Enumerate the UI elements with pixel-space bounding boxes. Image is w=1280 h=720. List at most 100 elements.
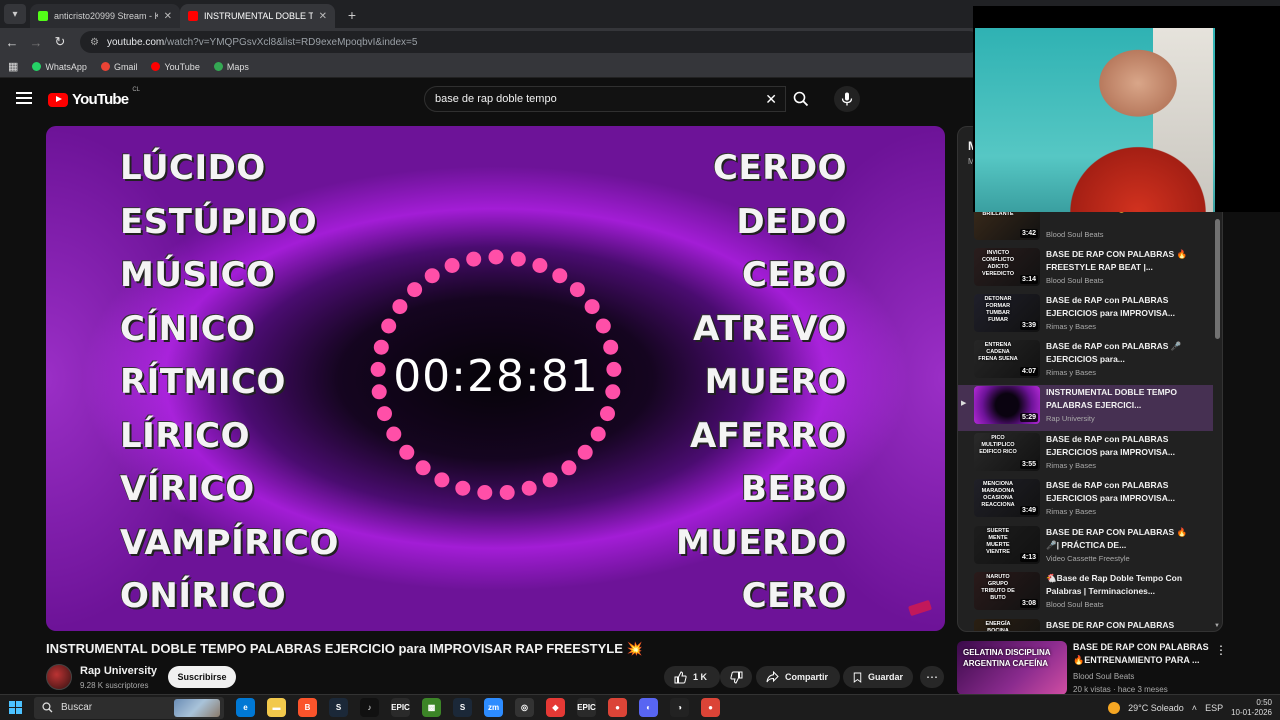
playlist-thumbnail[interactable]: NARUTO GRUPO TRIBUTO DE BUTO 3:08 — [974, 572, 1040, 610]
taskbar-app-icon[interactable]: ◆ — [546, 698, 565, 717]
tab-close-icon[interactable]: ✕ — [164, 11, 172, 22]
taskbar-app-icon[interactable]: ◐ — [639, 698, 658, 717]
scroll-down-icon[interactable]: ▼ — [1214, 623, 1220, 629]
taskbar-app-icon[interactable]: ◎ — [515, 698, 534, 717]
playlist-item[interactable]: ENTRENA CADENA FRENA SUENA 4:07 BASE de RA… — [958, 339, 1213, 385]
browser-tab[interactable]: anticristo20999 Stream - Kick DI ✕ — [30, 4, 180, 28]
timer-dot — [584, 299, 600, 315]
video-word: MÚSICO — [120, 255, 276, 295]
share-button[interactable]: Compartir — [756, 666, 840, 688]
playlist-item[interactable]: DETONAR FORMAR TUMBAR FUMAR 3:39 BASE de R… — [958, 293, 1213, 339]
playlist-thumbnail[interactable]: 5:29 — [974, 386, 1040, 424]
tab-close-icon[interactable]: ✕ — [319, 11, 327, 22]
taskbar-app-icon[interactable]: B — [298, 698, 317, 717]
taskbar-search-icon — [42, 702, 53, 713]
clock[interactable]: 0:50 10-01-2026 — [1231, 698, 1272, 718]
menu-icon[interactable] — [16, 92, 32, 104]
youtube-logo[interactable]: YouTube CL — [48, 87, 140, 108]
timer-dot — [407, 282, 423, 298]
voice-search-button[interactable] — [834, 86, 860, 112]
bookmark-youtube[interactable]: YouTube — [151, 62, 200, 72]
tab-favicon-icon — [38, 11, 48, 21]
apps-grid-icon[interactable]: ▦ — [8, 60, 18, 73]
duration-badge: 3:55 — [1019, 460, 1038, 469]
playlist-item-channel: Rimas y Bases — [1046, 507, 1097, 516]
playlist-item[interactable]: PICO MULTIPLICO EDIFICO RICO 3:55 BASE de … — [958, 432, 1213, 478]
clear-search-icon[interactable]: ✕ — [765, 91, 777, 108]
clock-time: 0:50 — [1256, 698, 1272, 707]
bookmark-favicon-icon — [151, 62, 161, 71]
playlist-scrollbar[interactable] — [1215, 219, 1220, 339]
suggested-menu-icon[interactable]: ⋮ — [1215, 643, 1227, 657]
browser-tab[interactable]: INSTRUMENTAL DOBLE TEM ✕ — [180, 4, 335, 28]
playlist-item[interactable]: NARUTO GRUPO TRIBUTO DE BUTO 3:08 🐔Base de… — [958, 571, 1213, 617]
dislike-button[interactable] — [720, 666, 752, 688]
playlist-thumbnail[interactable]: MENCIONA MARADONA OCASIONA REACCIONA 3:49 — [974, 479, 1040, 517]
taskbar-app-icon[interactable]: EPIC — [391, 698, 410, 717]
suggested-title[interactable]: BASE DE RAP CON PALABRAS 🔥ENTRENAMIENTO … — [1073, 641, 1213, 666]
playlist-thumbnail[interactable]: ENTRENA CADENA FRENA SUENA 4:07 — [974, 340, 1040, 378]
lang-indicator[interactable]: ESP — [1205, 703, 1223, 713]
subscribe-button[interactable]: Suscribirse — [168, 666, 236, 688]
bookmark-favicon-icon — [32, 62, 42, 71]
taskbar-app-icon[interactable]: ♪ — [360, 698, 379, 717]
taskbar-app-icon[interactable]: e — [236, 698, 255, 717]
search-button[interactable] — [786, 86, 816, 112]
tab-search-button[interactable]: ▾ — [4, 4, 26, 24]
timer-dot — [444, 258, 460, 273]
playlist-thumbnail[interactable]: PICO MULTIPLICO EDIFICO RICO 3:55 — [974, 433, 1040, 471]
timer-dot — [590, 426, 606, 442]
playlist-thumbnail[interactable]: INVICTO CONFLICTO ADICTO VEREDICTO 3:14 — [974, 248, 1040, 286]
bookmark-label: WhatsApp — [45, 61, 87, 72]
video-player[interactable]: LÚCIDO ESTÚPIDO MÚSICO CÍNICO RÍTMICO LÍRICO V… — [46, 126, 945, 631]
bookmark-gmail[interactable]: Gmail — [100, 62, 137, 72]
taskbar-app-icon[interactable]: ◑ — [670, 698, 689, 717]
clock-date: 10-01-2026 — [1231, 708, 1272, 717]
bookmark-maps[interactable]: Maps — [213, 62, 249, 72]
taskbar-app-icon[interactable]: EPIC — [577, 698, 596, 717]
taskbar-app-icon[interactable]: ● — [608, 698, 627, 717]
playlist-item[interactable]: ENERGÍA BOCINA BASE DE RAP CON PALABRAS — [958, 618, 1213, 631]
playlist-item[interactable]: SUERTE MENTE MUERTE VIENTRE 4:13 BASE DE R… — [958, 525, 1213, 571]
start-button[interactable] — [0, 701, 30, 714]
playlist-item-title: BASE de RAP con PALABRAS EJERCICIOS para… — [1046, 295, 1175, 318]
taskbar-app-icon[interactable]: ▬ — [267, 698, 286, 717]
new-tab-button[interactable]: + — [341, 4, 363, 26]
taskbar-app-icon[interactable]: ▩ — [422, 698, 441, 717]
bookmark-whatsapp[interactable]: WhatsApp — [32, 62, 87, 72]
address-bar[interactable]: ⚙ youtube.com/watch?v=YMQPGsvXcl8&list=R… — [80, 31, 980, 53]
save-button[interactable]: Guardar — [843, 666, 913, 688]
back-button[interactable]: ← — [0, 35, 24, 50]
more-actions-button[interactable]: ⋯ — [920, 666, 944, 688]
suggested-video[interactable]: GELATINA DISCIPLINA ARGENTINA CAFEÍNA BA… — [957, 641, 1227, 695]
taskbar-app-icon[interactable]: zm — [484, 698, 503, 717]
forward-button[interactable]: → — [24, 35, 48, 50]
timer-dot — [521, 480, 537, 496]
weather-text[interactable]: 29°C Soleado — [1128, 703, 1184, 713]
taskbar-app-icon[interactable]: ● — [701, 698, 720, 717]
tray-chevron-icon[interactable]: ˄ — [1192, 703, 1197, 713]
suggested-thumbnail[interactable]: GELATINA DISCIPLINA ARGENTINA CAFEÍNA — [957, 641, 1067, 695]
playlist-item[interactable]: INVICTO CONFLICTO ADICTO VEREDICTO 3:14 BA… — [958, 247, 1213, 293]
playlist-thumbnail[interactable]: SUERTE MENTE MUERTE VIENTRE 4:13 — [974, 526, 1040, 564]
playlist-thumbnail[interactable]: DETONAR FORMAR TUMBAR FUMAR 3:39 — [974, 294, 1040, 332]
search-input[interactable]: base de rap doble tempo ✕ — [424, 86, 786, 112]
thumbs-down-icon — [729, 671, 742, 684]
video-title: INSTRUMENTAL DOBLE TEMPO PALABRAS EJERCI… — [46, 641, 926, 657]
taskbar-app-icon[interactable]: S — [329, 698, 348, 717]
timer-dot — [477, 485, 493, 500]
like-button[interactable]: 1 K — [664, 666, 720, 688]
playlist-item[interactable]: MENCIONA MARADONA OCASIONA REACCIONA 3:49… — [958, 478, 1213, 524]
taskbar-app-icon[interactable]: S — [453, 698, 472, 717]
reload-button[interactable]: ↻ — [48, 34, 72, 50]
video-timer: 00:28:81 — [393, 351, 599, 402]
duration-badge: 3:42 — [1019, 229, 1038, 238]
playlist-item-channel: Blood Soul Beats — [1046, 276, 1104, 285]
channel-avatar[interactable] — [46, 664, 72, 690]
taskbar-search[interactable]: Buscar — [34, 696, 224, 719]
webcam-person — [1058, 28, 1218, 212]
playlist-item[interactable]: ▶ 5:29 INSTRUMENTAL DOBLE TEMPO PALABRAS E… — [958, 385, 1213, 431]
site-info-icon[interactable]: ⚙ — [90, 37, 99, 48]
playlist-thumbnail[interactable]: ENERGÍA BOCINA — [974, 619, 1040, 631]
channel-name[interactable]: Rap University — [80, 665, 157, 677]
